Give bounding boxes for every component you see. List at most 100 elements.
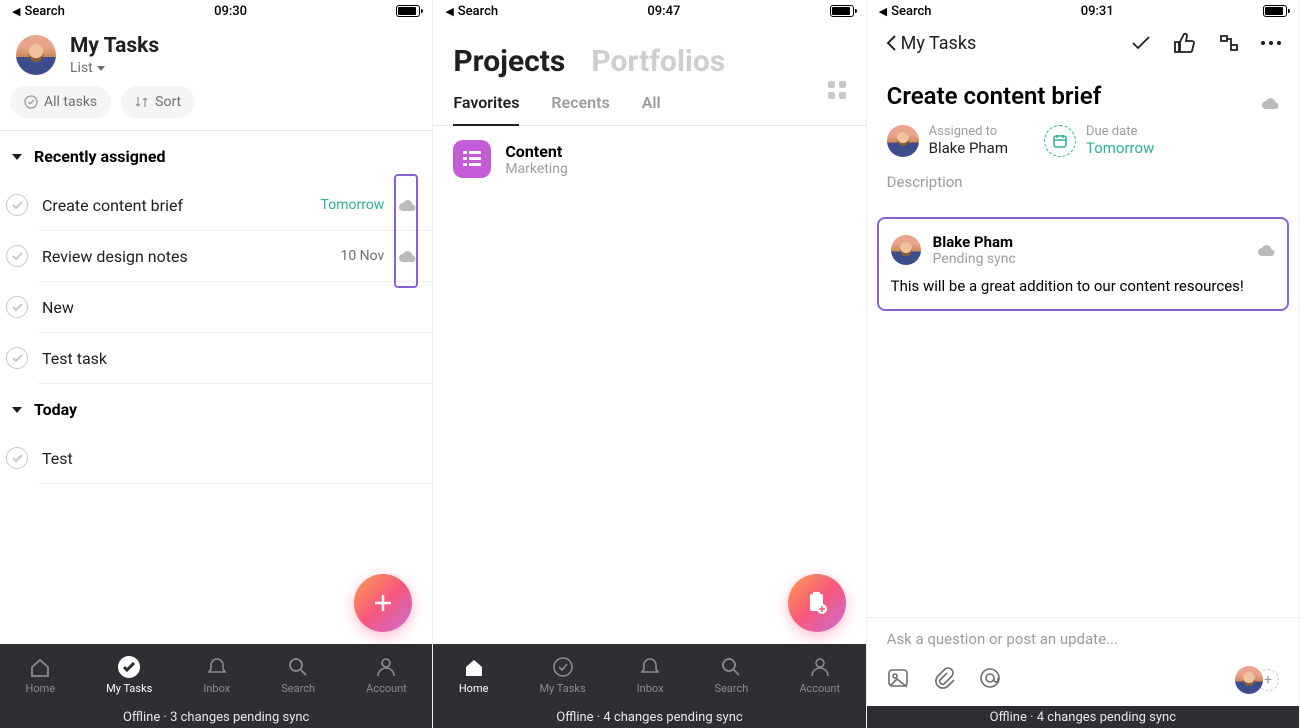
screen-my-tasks: ◀Search 09:30 My Tasks List All tasks So… <box>0 0 433 728</box>
tab-account[interactable]: Account <box>799 656 840 695</box>
tab-portfolios[interactable]: Portfolios <box>591 44 725 79</box>
check-circle-icon <box>552 656 574 678</box>
avatar <box>891 235 921 265</box>
pending-sync-icon <box>1261 89 1279 103</box>
tab-inbox[interactable]: Inbox <box>637 656 664 695</box>
tab-inbox[interactable]: Inbox <box>203 656 230 695</box>
add-task-fab[interactable] <box>354 574 412 632</box>
pending-sync-icon <box>398 249 416 263</box>
image-icon[interactable] <box>887 667 909 693</box>
subtab-recents[interactable]: Recents <box>551 93 609 125</box>
screen-projects: ◀Search 09:47 Projects Portfolios Favori… <box>433 0 866 728</box>
status-time: 09:31 <box>1081 4 1114 19</box>
offline-banner: Offline · 4 changes pending sync <box>433 706 865 728</box>
avatar[interactable] <box>16 35 56 75</box>
bell-icon <box>206 656 228 678</box>
tab-projects[interactable]: Projects <box>453 44 565 79</box>
screen-task-detail: ◀Search 09:31 My Tasks Create content br… <box>867 0 1300 728</box>
section-today[interactable]: Today <box>0 384 432 433</box>
tab-search[interactable]: Search <box>281 656 315 695</box>
status-bar: ◀Search 09:30 <box>0 0 432 22</box>
mark-complete-icon[interactable] <box>1129 32 1151 54</box>
caret-down-icon <box>12 407 22 413</box>
status-time: 09:47 <box>647 4 680 19</box>
due-date: Tomorrow <box>321 197 385 213</box>
user-icon <box>809 656 831 678</box>
task-row[interactable]: Test <box>38 433 432 484</box>
section-recently-assigned[interactable]: Recently assigned <box>0 131 432 180</box>
search-icon <box>720 656 742 678</box>
due-date-field[interactable]: Due date Tomorrow <box>1044 124 1154 157</box>
tab-bar: Home My Tasks Inbox Search Account <box>0 644 432 706</box>
header: My Tasks List <box>0 22 432 86</box>
task-row[interactable]: New <box>38 282 432 333</box>
add-project-fab[interactable] <box>788 574 846 632</box>
description-label[interactable]: Description <box>867 173 1299 191</box>
mention-icon[interactable] <box>979 667 1001 693</box>
task-complete-toggle[interactable] <box>6 194 28 216</box>
battery-icon <box>396 5 420 17</box>
attachment-icon[interactable] <box>933 667 955 693</box>
status-time: 09:30 <box>214 4 247 19</box>
filter-all-tasks[interactable]: All tasks <box>10 86 111 118</box>
compose-input[interactable]: Ask a question or post an update... <box>867 618 1299 660</box>
comment-status: Pending sync <box>933 251 1016 267</box>
chevron-down-icon <box>97 66 105 71</box>
project-row[interactable]: Content Marketing <box>433 126 865 192</box>
page-title: My Tasks <box>70 34 159 58</box>
task-complete-toggle[interactable] <box>6 447 28 469</box>
tab-my-tasks[interactable]: My Tasks <box>539 656 585 695</box>
tab-home[interactable]: Home <box>26 656 56 695</box>
task-complete-toggle[interactable] <box>6 296 28 318</box>
subtask-icon[interactable] <box>1217 32 1239 54</box>
home-icon <box>29 656 51 678</box>
task-row[interactable]: Review design notes 10 Nov <box>38 231 432 282</box>
check-circle-icon <box>118 656 140 678</box>
tab-search[interactable]: Search <box>715 656 749 695</box>
like-icon[interactable] <box>1173 32 1195 54</box>
bell-icon <box>639 656 661 678</box>
user-icon <box>375 656 397 678</box>
status-bar: ◀Search 09:31 <box>867 0 1299 22</box>
task-title: Create content brief <box>887 82 1102 110</box>
project-name: Content <box>505 142 568 161</box>
task-complete-toggle[interactable] <box>6 347 28 369</box>
chevron-left-icon <box>885 34 899 52</box>
sort-icon <box>135 95 149 109</box>
sort-button[interactable]: Sort <box>121 86 195 118</box>
subtab-all[interactable]: All <box>642 93 661 125</box>
avatar <box>887 125 919 157</box>
status-back[interactable]: Search <box>458 4 498 19</box>
calendar-icon <box>1044 125 1076 157</box>
subtab-favorites[interactable]: Favorites <box>453 93 519 126</box>
pending-sync-icon <box>398 198 416 212</box>
status-back[interactable]: Search <box>891 4 931 19</box>
battery-icon <box>830 5 854 17</box>
comment-card: Blake Pham Pending sync This will be a g… <box>877 217 1289 311</box>
project-team: Marketing <box>505 161 568 177</box>
comment-author: Blake Pham <box>933 233 1016 251</box>
tab-my-tasks[interactable]: My Tasks <box>106 656 152 695</box>
pending-sync-icon <box>1257 243 1275 257</box>
tab-home[interactable]: Home <box>459 656 489 695</box>
grid-view-icon[interactable] <box>828 81 846 99</box>
status-bar: ◀Search 09:47 <box>433 0 865 22</box>
view-selector[interactable]: List <box>70 60 159 76</box>
plus-icon <box>371 591 395 615</box>
check-circle-icon <box>24 95 38 109</box>
home-icon <box>463 656 485 678</box>
follower-avatar[interactable] <box>1235 666 1263 694</box>
tab-bar: Home My Tasks Inbox Search Account <box>433 644 865 706</box>
tab-account[interactable]: Account <box>366 656 407 695</box>
offline-banner: Offline · 4 changes pending sync <box>867 706 1299 728</box>
task-row[interactable]: Test task <box>38 333 432 384</box>
due-date: 10 Nov <box>340 248 384 264</box>
status-back[interactable]: Search <box>24 4 64 19</box>
task-row[interactable]: Create content brief Tomorrow <box>38 180 432 231</box>
offline-banner: Offline · 3 changes pending sync <box>0 706 432 728</box>
more-icon[interactable] <box>1261 41 1281 45</box>
task-complete-toggle[interactable] <box>6 245 28 267</box>
assignee-field[interactable]: Assigned to Blake Pham <box>887 124 1008 157</box>
back-button[interactable]: My Tasks <box>885 33 977 54</box>
project-list-icon <box>453 140 491 178</box>
